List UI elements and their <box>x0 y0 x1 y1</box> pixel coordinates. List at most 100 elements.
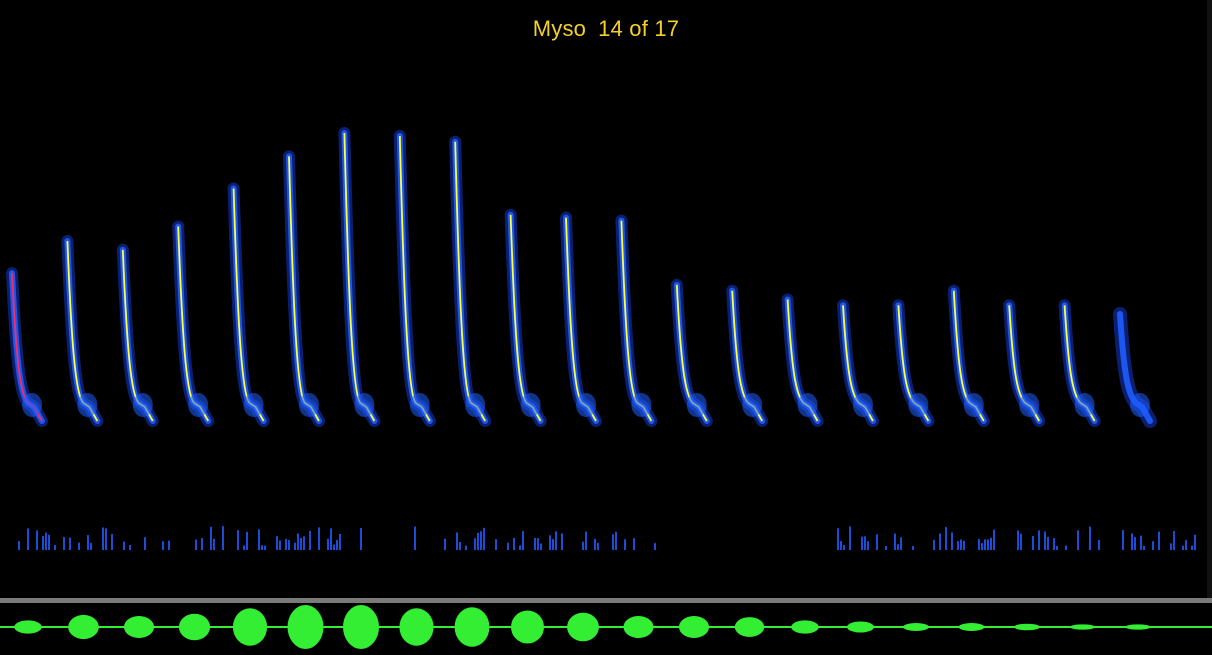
noise-mark <box>582 541 584 550</box>
noise-mark <box>978 538 980 550</box>
waveform-burst <box>232 608 268 646</box>
noise-mark <box>1017 530 1019 550</box>
noise-mark <box>981 543 983 550</box>
noise-mark <box>987 539 989 550</box>
recording-counter: 14 of 17 <box>598 16 680 41</box>
noise-mark <box>1122 530 1124 550</box>
noise-mark <box>1038 530 1040 550</box>
noise-mark <box>327 538 329 550</box>
noise-mark <box>495 539 497 550</box>
noise-mark <box>264 545 266 550</box>
noise-mark <box>951 532 953 550</box>
noise-mark <box>279 540 281 550</box>
noise-mark <box>330 528 332 550</box>
noise-mark <box>87 535 89 550</box>
syllable-shelf <box>631 393 652 417</box>
syllable-3 <box>116 243 159 427</box>
noise-mark <box>549 535 551 550</box>
syllable-17 <box>892 299 935 427</box>
noise-mark <box>36 530 38 550</box>
noise-mark <box>864 536 866 550</box>
species-label: Myso <box>532 16 587 41</box>
syllable-6 <box>283 150 325 427</box>
syllable-2 <box>61 235 104 427</box>
noise-mark <box>309 530 311 550</box>
noise-mark <box>522 531 524 550</box>
waveform-panel[interactable] <box>0 603 1212 650</box>
syllable-8 <box>393 129 436 427</box>
noise-mark <box>519 545 521 550</box>
noise-mark <box>243 545 245 550</box>
waveform-burst <box>454 607 490 647</box>
noise-mark <box>222 526 224 550</box>
noise-mark <box>1158 531 1160 550</box>
noise-mark <box>612 534 614 550</box>
syllable-7 <box>338 127 381 427</box>
syllable-shelf <box>243 393 264 417</box>
noise-mark <box>615 531 617 550</box>
noise-mark <box>984 539 986 550</box>
syllable-11 <box>560 211 602 427</box>
waveform-burst <box>343 605 379 649</box>
noise-mark <box>993 529 995 550</box>
noise-mark <box>960 539 962 550</box>
noise-mark <box>294 542 296 550</box>
waveform-burst <box>287 605 324 649</box>
noise-mark <box>474 538 476 550</box>
syllable-shelf <box>853 393 873 417</box>
noise-mark <box>258 529 260 550</box>
noise-mark <box>1053 538 1055 550</box>
noise-mark <box>552 539 554 550</box>
noise-mark <box>933 539 935 550</box>
waveform-burst <box>178 613 211 641</box>
noise-mark <box>1173 531 1175 550</box>
waveform-burst <box>902 623 930 631</box>
noise-mark <box>195 539 197 550</box>
noise-mark <box>1077 530 1079 550</box>
syllable-shelf <box>520 393 541 417</box>
spectrogram-panel[interactable] <box>0 0 1208 598</box>
noise-mark <box>1020 533 1022 550</box>
syllable-4 <box>172 220 215 427</box>
noise-mark <box>105 528 107 550</box>
noise-mark <box>1182 545 1184 550</box>
waveform-burst <box>847 621 874 633</box>
noise-mark <box>513 537 515 550</box>
noise-mark <box>42 536 44 550</box>
syllable-shelf <box>22 393 42 417</box>
noise-mark <box>444 538 446 550</box>
noise-mark <box>1098 539 1100 550</box>
waveform-burst <box>679 616 709 638</box>
noise-mark <box>1032 536 1034 550</box>
noise-mark <box>867 541 869 550</box>
noise-mark <box>63 537 65 550</box>
syllable-15 <box>781 293 824 427</box>
syllable-shelf <box>299 393 319 417</box>
syllable-shelf <box>686 393 707 417</box>
syllable-shelf <box>963 393 984 417</box>
noise-mark <box>78 542 80 550</box>
noise-mark <box>54 544 56 550</box>
panel-edge <box>1207 0 1212 598</box>
noise-mark <box>90 542 92 550</box>
noise-mark <box>333 544 335 550</box>
noise-mark <box>1194 534 1196 550</box>
noise-mark <box>939 533 941 550</box>
noise-mark <box>456 532 458 550</box>
noise-mark <box>168 540 170 550</box>
noise-mark <box>843 544 845 550</box>
waveform-burst <box>623 616 654 638</box>
noise-mark <box>840 541 842 550</box>
waveform-burst <box>511 610 544 644</box>
waveform-burst <box>68 614 99 640</box>
noise-mark <box>339 533 341 550</box>
syllable-13 <box>670 278 713 427</box>
noise-mark <box>1170 543 1172 550</box>
noise-mark <box>555 531 557 550</box>
noise-mark <box>885 545 887 550</box>
waveform-burst <box>734 617 765 637</box>
syllable-1 <box>6 267 48 427</box>
spectrogram-canvas[interactable] <box>0 0 1208 598</box>
noise-mark <box>1143 545 1145 550</box>
noise-mark <box>1191 545 1193 550</box>
